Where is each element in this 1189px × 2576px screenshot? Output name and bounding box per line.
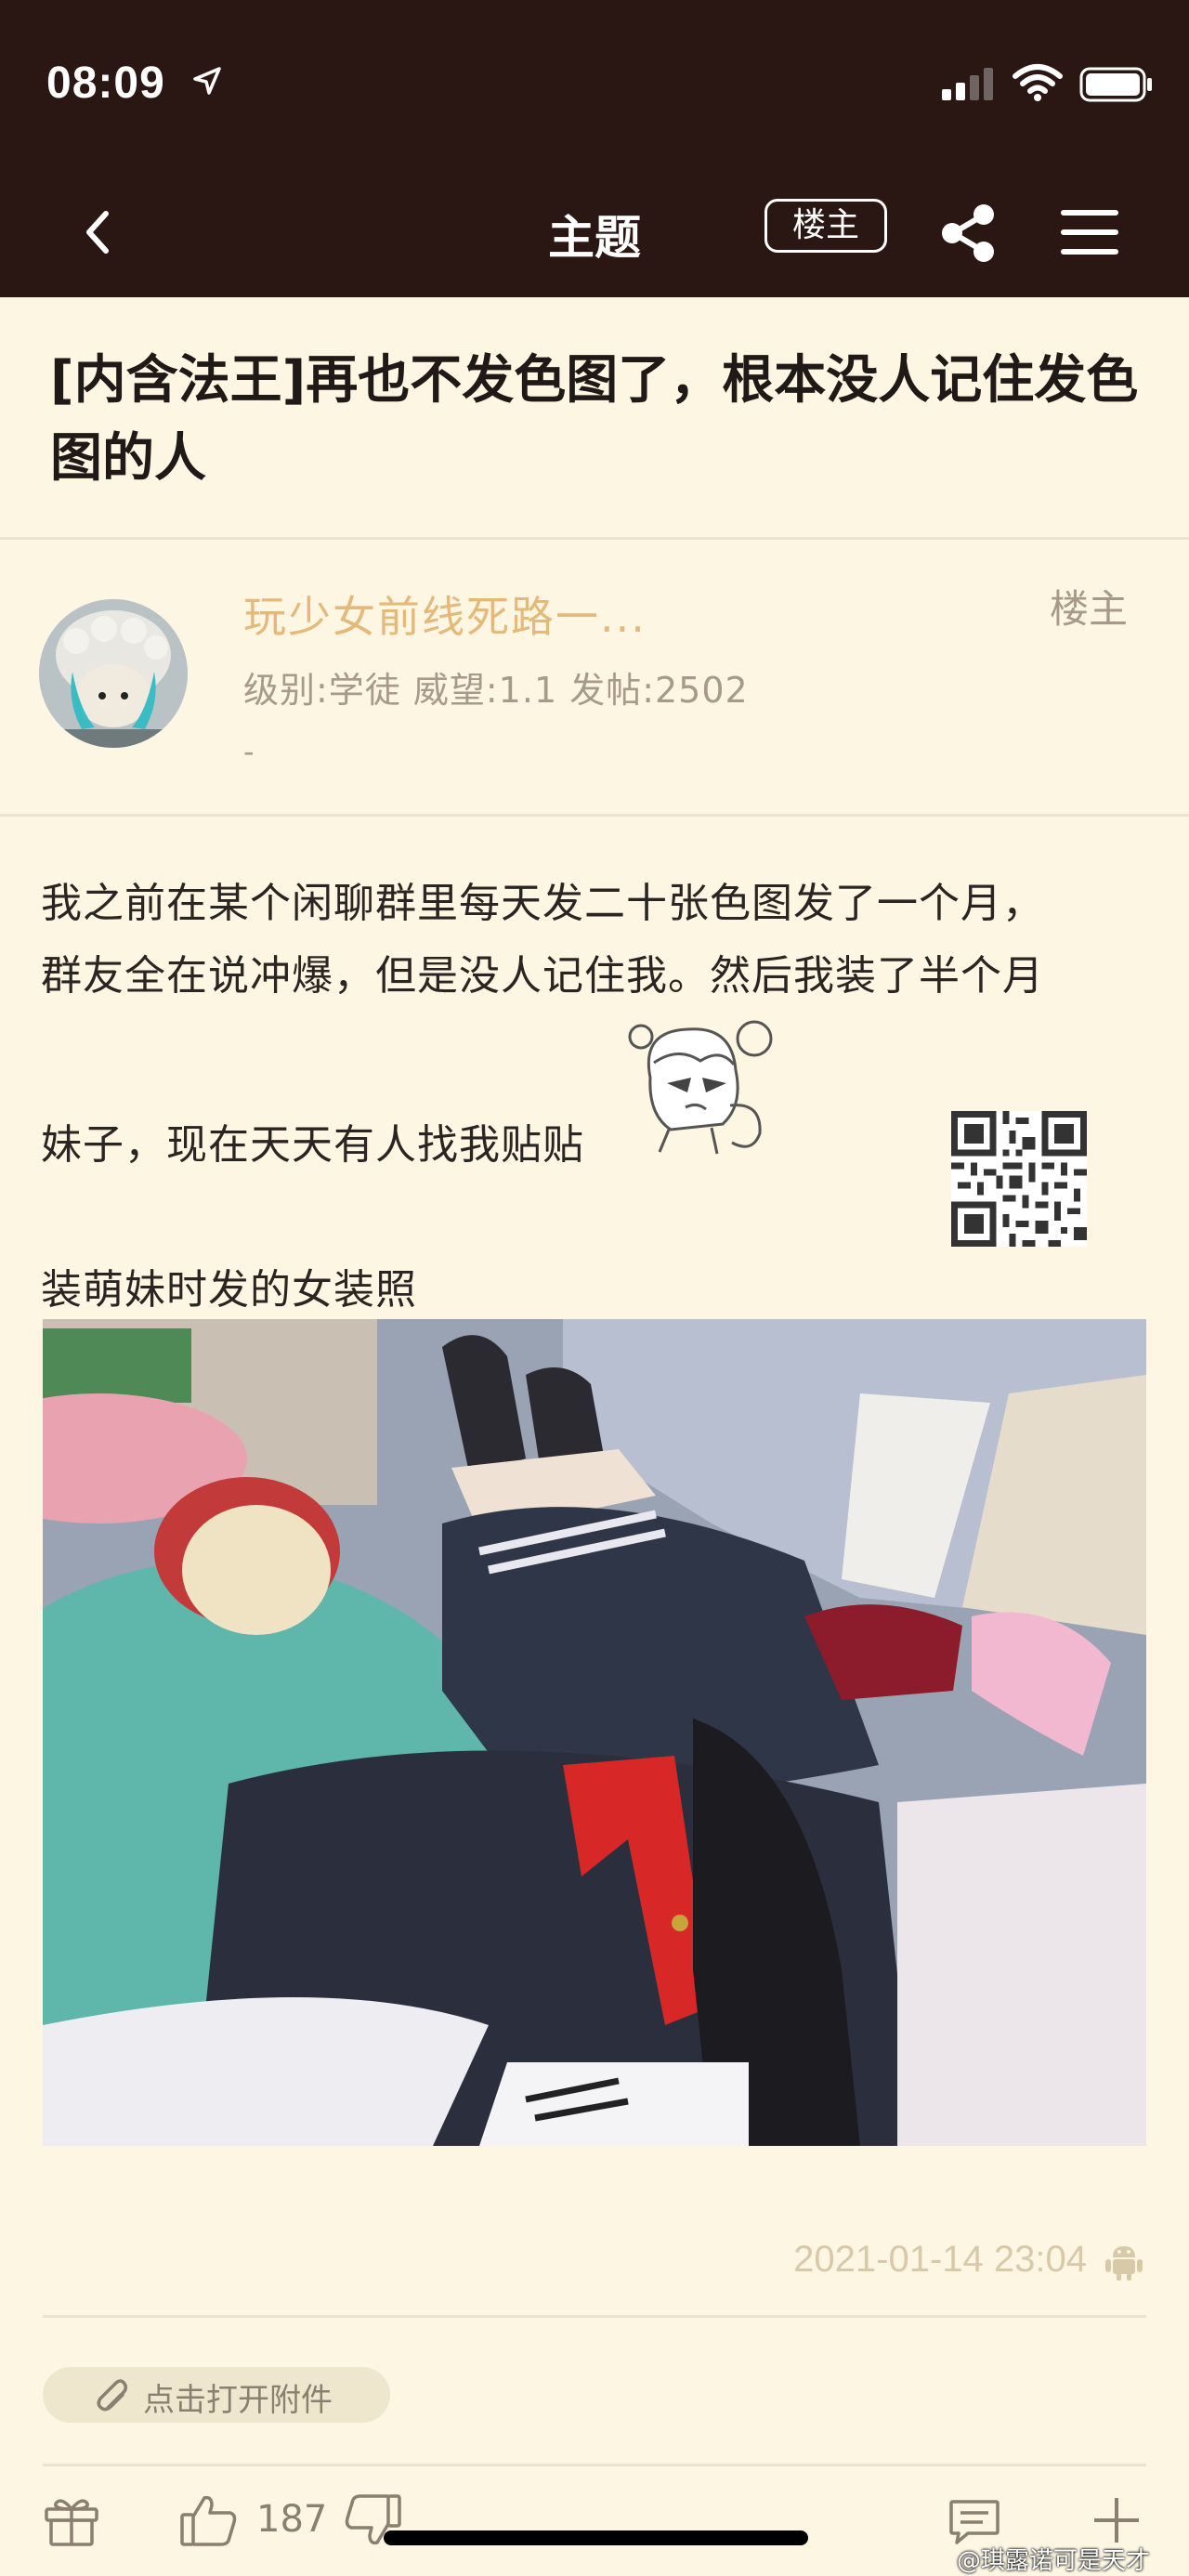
location-arrow-icon [193, 67, 221, 95]
cellular-signal-icon [942, 68, 993, 100]
paperclip-icon [97, 2379, 128, 2412]
divider [0, 537, 1189, 540]
battery-icon [1079, 67, 1152, 102]
android-icon [1105, 2246, 1143, 2281]
nav-bar: 主题 楼主 [0, 167, 1189, 297]
plus-icon[interactable] [1091, 2494, 1143, 2546]
avatar[interactable] [39, 599, 188, 748]
share-icon [942, 204, 994, 262]
comment-icon[interactable] [947, 2496, 1001, 2546]
author-meta: 级别:学徒 威望:1.1 发帖:2502 [243, 670, 749, 711]
post-photo[interactable] [43, 1319, 1146, 2146]
like-count: 187 [256, 2498, 328, 2541]
share-button[interactable] [936, 201, 1001, 266]
post-text-line: 我之前在某个闲聊群里每天发二十张色图发了一个月， [41, 880, 1044, 927]
qr-code-image [951, 1111, 1087, 1247]
wifi-icon [1013, 64, 1063, 101]
home-indicator[interactable] [384, 2530, 808, 2545]
divider [0, 814, 1189, 817]
post-text-line: 装萌妹时发的女装照 [41, 1266, 417, 1314]
sticker-image [628, 1020, 773, 1155]
gift-icon[interactable] [43, 2494, 100, 2548]
post-timestamp: 2021-01-14 23:04 [793, 2239, 1087, 2280]
watermark: @琪露诺可是天才 [957, 2547, 1151, 2575]
page-title: 主题 [548, 211, 641, 265]
status-bar: 08:09 [0, 0, 1189, 167]
thread-title: [内含法王]再也不发色图了，根本没人记住发色图的人 [50, 350, 1139, 489]
post-text-line: 群友全在说冲爆，但是没人记住我。然后我装了半个月 [41, 952, 1044, 1000]
op-tag: 楼主 [1050, 586, 1129, 632]
thumbs-up-icon[interactable] [178, 2492, 240, 2548]
hamburger-menu-icon [1061, 210, 1118, 255]
author-name[interactable]: 玩少女前线死路一... [243, 583, 647, 645]
divider [43, 2315, 1146, 2318]
avatar-image [39, 599, 188, 748]
open-attachment-button[interactable]: 点击打开附件 [43, 2367, 390, 2423]
author-signature: - [243, 734, 255, 769]
photo-image [43, 1319, 1146, 2146]
status-time: 08:09 [46, 59, 165, 108]
post-text-line: 妹子，现在天天有人找我贴贴 [41, 1121, 584, 1169]
attachment-label: 点击打开附件 [143, 2382, 333, 2419]
menu-button[interactable] [1059, 206, 1120, 258]
only-op-button[interactable]: 楼主 [764, 199, 887, 253]
